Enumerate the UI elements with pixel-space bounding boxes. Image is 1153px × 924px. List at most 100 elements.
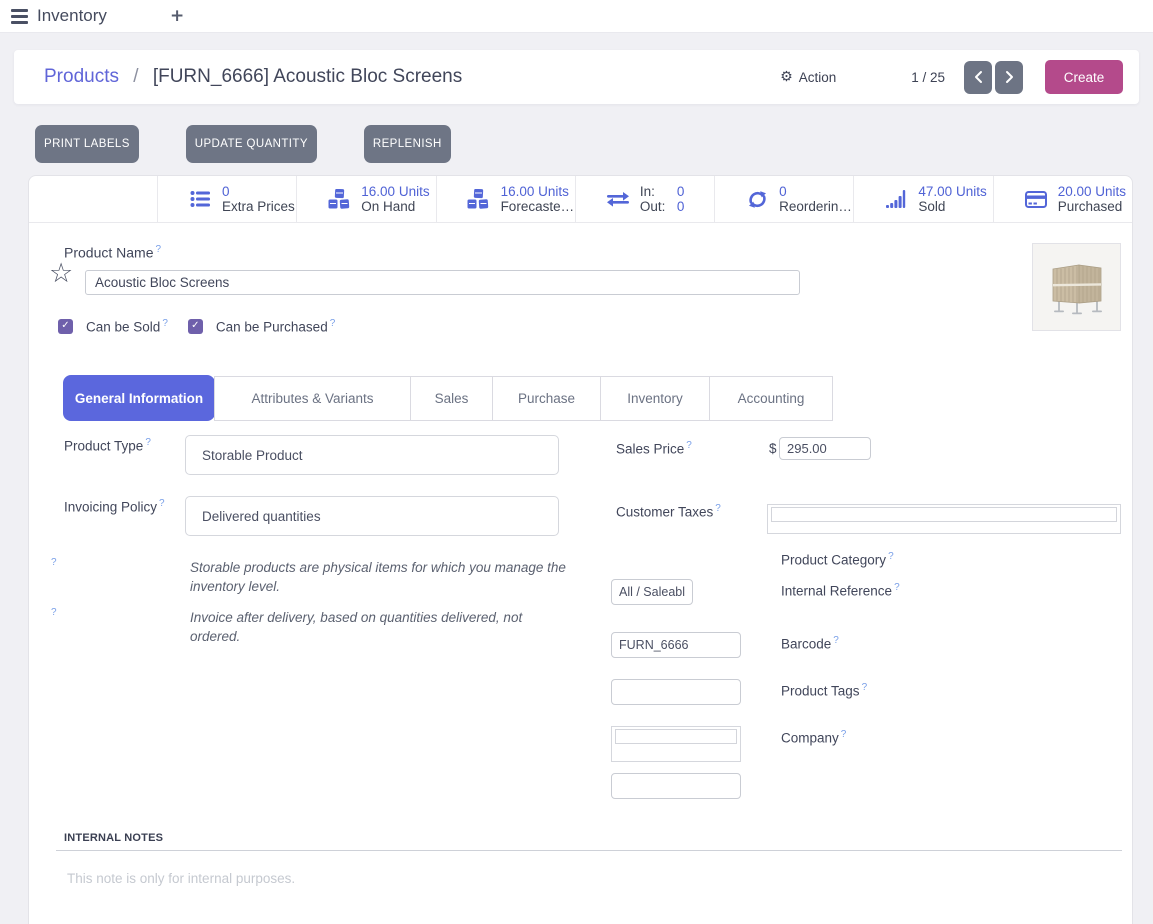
tab-attributes-variants[interactable]: Attributes & Variants [214,376,411,421]
update-quantity-button[interactable]: UPDATE QUANTITY [186,125,317,163]
gear-icon: ⚙ [780,69,793,85]
invoicing-policy-help-text: Invoice after delivery, based on quantit… [190,608,568,646]
help-icon[interactable]: ? [162,318,168,329]
customer-taxes-label: Customer Taxes? [616,503,721,520]
notebook-tabs: General Information Attributes & Variant… [63,375,833,421]
internal-notes-placeholder[interactable]: This note is only for internal purposes. [67,871,295,886]
product-tags-input[interactable] [615,729,737,744]
help-icon[interactable]: ? [155,244,161,255]
acoustic-screen-image [1047,256,1107,318]
tab-general-information[interactable]: General Information [63,375,215,421]
product-name-label: Product Name? [64,244,161,261]
barcode-input[interactable] [611,679,741,705]
help-icon[interactable]: ? [330,318,336,329]
internal-reference-input[interactable] [611,632,741,658]
customer-taxes-input[interactable] [771,507,1117,522]
help-icon[interactable]: ? [145,437,151,448]
product-tags-label: Product Tags? [781,682,867,699]
stat-in-out[interactable]: In: 0 Out: 0 [575,176,714,222]
breadcrumb-current: [FURN_6666] Acoustic Bloc Screens [153,66,462,87]
internal-notes-divider [56,850,1122,851]
internal-notes-heading: INTERNAL NOTES [64,832,163,844]
print-labels-button[interactable]: PRINT LABELS [35,125,139,163]
stat-value: 20.00 Units [1058,184,1126,200]
help-icon[interactable]: ? [862,682,868,693]
cubes-icon [327,187,351,211]
transfer-arrows-icon [606,187,630,211]
previous-record-button[interactable] [964,61,992,94]
can-be-purchased-checkbox[interactable]: ✓ [188,319,203,334]
stat-value: 16.00 Units [361,184,429,200]
product-category-label: Product Category? [781,551,894,568]
sales-price-input[interactable] [779,437,871,460]
help-icon[interactable]: ? [51,607,57,618]
stat-on-hand[interactable]: 16.00 Units On Hand [296,176,435,222]
stat-value: 0 [779,184,852,200]
breadcrumb-separator: / [133,66,138,87]
customer-taxes-tags-field[interactable] [767,504,1121,534]
currency-symbol: $ [769,441,777,456]
stat-value: 0 [222,184,295,200]
stat-button-row: 0 Extra Prices 16.00 Units On Hand 16.00… [29,176,1132,223]
stat-forecasted[interactable]: 16.00 Units Forecaste… [436,176,575,222]
stat-label: Extra Prices [222,199,295,215]
product-image[interactable] [1032,243,1121,331]
help-icon[interactable]: ? [51,557,57,568]
product-category-input[interactable] [611,579,693,605]
hamburger-menu-icon[interactable] [11,9,28,24]
help-icon[interactable]: ? [159,498,165,509]
stat-extra-prices[interactable]: 0 Extra Prices [157,176,296,222]
check-icon: ✓ [191,321,199,331]
sync-icon [745,187,769,211]
tab-accounting[interactable]: Accounting [709,376,833,421]
replenish-button[interactable]: REPLENISH [364,125,451,163]
stat-in-label: In: [640,184,677,200]
stat-label: Purchased [1058,199,1126,215]
help-icon[interactable]: ? [686,440,692,451]
tab-purchase[interactable]: Purchase [492,376,601,421]
help-icon[interactable]: ? [833,635,839,646]
product-type-select[interactable]: Storable Product [185,435,559,475]
favorite-star-icon[interactable]: ☆ [49,260,73,287]
tab-inventory[interactable]: Inventory [600,376,710,421]
plus-icon[interactable]: + [170,8,184,25]
help-icon[interactable]: ? [894,582,900,593]
stat-purchased[interactable]: 20.00 Units Purchased [993,176,1132,222]
tab-sales[interactable]: Sales [410,376,493,421]
next-record-button[interactable] [995,61,1023,94]
company-label: Company? [781,729,846,746]
app-menu-inventory[interactable]: Inventory [37,6,107,26]
stat-spacer [29,176,157,222]
breadcrumb-bar: Products / [FURN_6666] Acoustic Bloc Scr… [14,50,1139,104]
company-input[interactable] [611,773,741,799]
invoicing-policy-select[interactable]: Delivered quantities [185,496,559,536]
barcode-label: Barcode? [781,635,839,652]
stat-value: 47.00 Units [918,184,986,200]
stat-label: Reorderin… [779,199,852,215]
chevron-left-icon [973,70,984,84]
create-button[interactable]: Create [1045,60,1123,94]
sales-price-label: Sales Price? [616,440,692,457]
stat-in-value: 0 [677,184,685,200]
product-name-input[interactable] [85,270,800,295]
invoicing-policy-label: Invoicing Policy? [64,498,165,515]
stat-label: Forecaste… [501,199,575,215]
stat-reordering[interactable]: 0 Reorderin… [714,176,853,222]
can-be-purchased-label: Can be Purchased? [216,318,335,335]
pricelist-icon [188,187,212,211]
stat-value: 16.00 Units [501,184,575,200]
cubes-icon [467,187,491,211]
product-type-help-text: Storable products are physical items for… [190,558,568,596]
product-tags-field[interactable] [611,726,741,762]
help-icon[interactable]: ? [715,503,721,514]
help-icon[interactable]: ? [841,729,847,740]
can-be-sold-checkbox[interactable]: ✓ [58,319,73,334]
action-menu-button[interactable]: ⚙ Action [780,69,836,85]
stat-label: On Hand [361,199,429,215]
help-icon[interactable]: ? [888,551,894,562]
stat-sold[interactable]: 47.00 Units Sold [853,176,992,222]
breadcrumb-products-link[interactable]: Products [44,66,119,87]
check-icon: ✓ [61,321,69,331]
form-sheet: 0 Extra Prices 16.00 Units On Hand 16.00… [28,175,1133,924]
stat-label: Sold [918,199,986,215]
